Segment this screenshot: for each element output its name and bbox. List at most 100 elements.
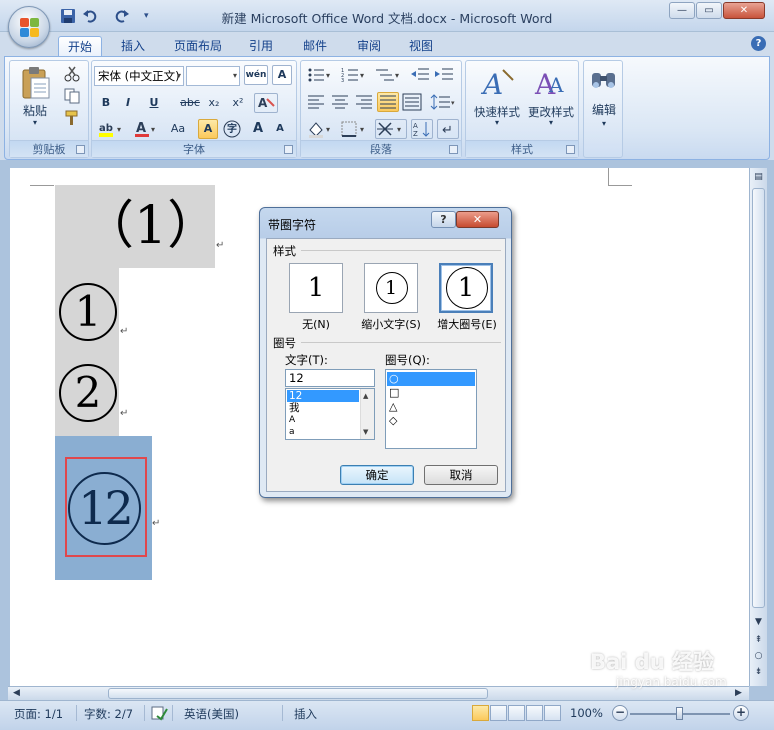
ruler-toggle-icon[interactable]: ▤ xyxy=(752,171,765,184)
word-count[interactable]: 字数: 2/7 xyxy=(84,706,133,722)
chinese-layout-icon[interactable]: ▾ xyxy=(375,119,407,139)
shrink-font-button[interactable]: A xyxy=(270,119,290,139)
maximize-button[interactable]: ▭ xyxy=(696,2,722,19)
dialog-help-button[interactable]: ? xyxy=(431,211,456,228)
doc-line-4[interactable]: 12 xyxy=(68,472,141,545)
font-name-combo[interactable]: 宋体 (中文正文) ▾ xyxy=(94,66,184,86)
phonetic-guide-button[interactable]: wén xyxy=(244,65,268,85)
vertical-scroll-thumb[interactable] xyxy=(752,188,765,608)
decrease-indent-icon[interactable] xyxy=(409,65,431,85)
enclosure-listbox[interactable]: ○ □ △ ◇ xyxy=(385,369,477,449)
strikethrough-button[interactable]: abc xyxy=(178,93,202,113)
font-size-combo[interactable]: ▾ xyxy=(186,66,240,86)
proofing-icon[interactable] xyxy=(150,705,168,721)
zoom-in-icon[interactable]: + xyxy=(733,705,749,721)
office-button[interactable] xyxy=(8,6,50,48)
scroll-down-icon[interactable]: ▼ xyxy=(752,616,765,629)
font-launcher-icon[interactable] xyxy=(284,145,293,154)
horizontal-scroll-thumb[interactable] xyxy=(108,688,488,699)
dialog-close-button[interactable]: ✕ xyxy=(456,211,499,228)
tab-view[interactable]: 视图 xyxy=(400,36,442,56)
distributed-icon[interactable] xyxy=(401,92,423,112)
paragraph-launcher-icon[interactable] xyxy=(449,145,458,154)
help-icon[interactable]: ? xyxy=(751,36,766,51)
outline-view-icon[interactable] xyxy=(526,705,543,721)
language-status[interactable]: 英语(美国) xyxy=(184,706,239,722)
list-scroll-down-icon[interactable]: ▼ xyxy=(363,428,368,436)
close-button[interactable]: ✕ xyxy=(723,2,765,19)
style-shrink-label[interactable]: 缩小文字(S) xyxy=(355,316,427,332)
character-border-button[interactable]: A xyxy=(272,65,292,85)
enclosure-circle-item[interactable]: ○ xyxy=(387,372,475,386)
multilevel-list-icon[interactable]: ▾ xyxy=(373,65,403,85)
text-list-item[interactable]: 12 xyxy=(287,390,359,402)
text-list-item[interactable]: A xyxy=(287,414,359,426)
tab-review[interactable]: 审阅 xyxy=(348,36,390,56)
style-enlarge-label[interactable]: 增大圈号(E) xyxy=(431,316,503,332)
editing-group[interactable]: 编辑 ▾ xyxy=(583,60,623,158)
page-count[interactable]: 页面: 1/1 xyxy=(14,706,63,722)
borders-icon[interactable]: ▾ xyxy=(339,119,369,139)
line-spacing-icon[interactable]: ▾ xyxy=(429,92,457,112)
ok-button[interactable]: 确定 xyxy=(340,465,414,485)
italic-button[interactable]: I xyxy=(118,93,138,113)
paste-button[interactable]: 粘贴 ▾ xyxy=(14,63,54,127)
show-marks-icon[interactable]: ↵ xyxy=(437,119,459,139)
subscript-button[interactable]: x₂ xyxy=(204,93,224,113)
text-list-item[interactable]: 我 xyxy=(287,402,359,414)
clear-formatting-icon[interactable]: A xyxy=(254,93,278,113)
insert-mode-status[interactable]: 插入 xyxy=(294,706,317,722)
grow-font-button[interactable]: A xyxy=(248,119,268,139)
enclosure-triangle-item[interactable]: △ xyxy=(387,400,475,414)
text-listbox[interactable]: 12 我 A a ▲ ▼ xyxy=(285,388,375,440)
tab-page-layout[interactable]: 页面布局 xyxy=(166,36,230,56)
text-highlight-icon[interactable]: ab ▾ xyxy=(96,119,126,139)
minimize-button[interactable]: — xyxy=(669,2,695,19)
text-input[interactable]: 12 xyxy=(285,369,375,387)
shading-icon[interactable]: ▾ xyxy=(305,119,335,139)
sort-icon[interactable]: AZ xyxy=(411,119,433,139)
format-painter-icon[interactable] xyxy=(62,109,82,127)
print-layout-view-icon[interactable] xyxy=(472,705,489,721)
doc-line-3[interactable]: 2 xyxy=(59,364,117,422)
list-scroll-up-icon[interactable]: ▲ xyxy=(363,392,368,400)
font-color-icon[interactable]: A ▾ xyxy=(132,119,160,139)
clipboard-launcher-icon[interactable] xyxy=(76,145,85,154)
web-layout-view-icon[interactable] xyxy=(508,705,525,721)
cancel-button[interactable]: 取消 xyxy=(424,465,498,485)
previous-page-icon[interactable]: ⇞ xyxy=(752,634,765,647)
enclose-characters-button[interactable]: 字 xyxy=(222,119,242,139)
justify-icon[interactable] xyxy=(377,92,399,112)
zoom-level[interactable]: 100% xyxy=(570,706,603,720)
browse-object-icon[interactable]: ○ xyxy=(752,650,765,663)
text-list-item[interactable]: a xyxy=(287,426,359,438)
tab-insert[interactable]: 插入 xyxy=(112,36,154,56)
doc-line-1[interactable]: （1） xyxy=(82,196,219,256)
numbering-icon[interactable]: 1 2 3 ▾ xyxy=(339,65,369,85)
text-list-scrollbar[interactable]: ▲ ▼ xyxy=(360,389,374,439)
enclosure-square-item[interactable]: □ xyxy=(387,386,475,400)
tab-mailings[interactable]: 邮件 xyxy=(294,36,336,56)
draft-view-icon[interactable] xyxy=(544,705,561,721)
next-page-icon[interactable]: ⇟ xyxy=(752,666,765,679)
zoom-slider-thumb[interactable] xyxy=(676,707,683,720)
underline-button[interactable]: U xyxy=(142,93,166,113)
style-enlarge-option[interactable]: 1 xyxy=(439,263,493,313)
scroll-right-icon[interactable]: ▶ xyxy=(732,687,745,700)
align-right-icon[interactable] xyxy=(353,92,375,112)
superscript-button[interactable]: x² xyxy=(228,93,248,113)
tab-references[interactable]: 引用 xyxy=(240,36,282,56)
vertical-scrollbar[interactable]: ▤ ▼ ⇞ ○ ⇟ xyxy=(749,168,767,686)
align-left-icon[interactable] xyxy=(305,92,327,112)
bold-button[interactable]: B xyxy=(96,93,116,113)
style-none-label[interactable]: 无(N) xyxy=(289,316,343,332)
enclosure-diamond-item[interactable]: ◇ xyxy=(387,414,475,428)
tab-home[interactable]: 开始 xyxy=(58,36,102,56)
scroll-left-icon[interactable]: ◀ xyxy=(10,687,23,700)
copy-icon[interactable] xyxy=(62,87,82,105)
style-shrink-option[interactable]: 1 xyxy=(364,263,418,313)
increase-indent-icon[interactable] xyxy=(433,65,455,85)
doc-line-2[interactable]: 1 xyxy=(59,283,117,341)
styles-launcher-icon[interactable] xyxy=(566,145,575,154)
align-center-icon[interactable] xyxy=(329,92,351,112)
